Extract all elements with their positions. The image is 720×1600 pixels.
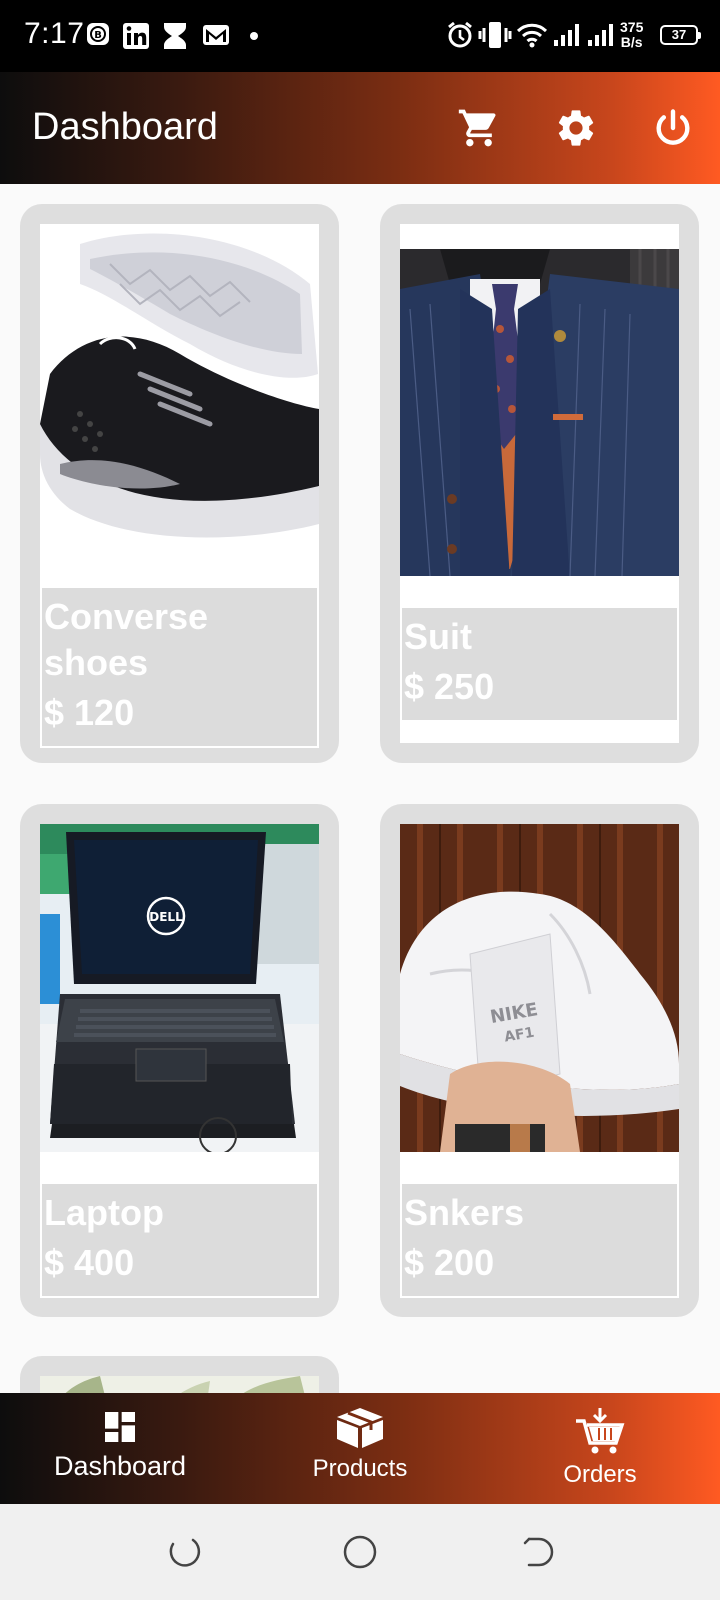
cart-icon [458,109,496,147]
gmail-icon [203,25,229,45]
logout-button[interactable] [643,98,703,158]
net-speed-unit: B/s [620,34,643,50]
battery-icon: 37 [660,25,701,45]
power-icon [656,109,690,145]
home-icon[interactable] [340,1532,380,1572]
product-name: Converse shoes [44,596,209,683]
bottom-nav: Dashboard Products Orders [0,1393,720,1504]
product-caption: Suit $ 250 [400,606,679,722]
cart-download-icon [576,1408,625,1454]
product-card[interactable]: NIKE AF1 Snkers $ 200 [380,804,699,1317]
product-card[interactable]: DELL Laptop $ 400 [20,804,339,1317]
product-image-shoes [40,224,319,586]
svg-text:DELL: DELL [149,910,183,924]
dashboard-icon [105,1412,135,1442]
product-name: Laptop [44,1192,164,1233]
net-speed-value: 375 [620,19,644,35]
product-image-laptop: DELL [40,824,319,1152]
nav-label: Dashboard [53,1451,187,1481]
linkedin-icon [123,23,149,49]
signal-icon-2 [588,24,613,46]
signal-icon-1 [554,24,579,46]
nav-products[interactable]: Products [250,1407,470,1483]
net-speed: 375 B/s [620,20,643,50]
nav-orders[interactable]: Orders [490,1407,710,1489]
product-card-inner: Suit $ 250 [400,224,679,743]
cart-button[interactable] [449,98,509,158]
product-price: $ 120 [44,692,135,733]
product-card[interactable]: Suit $ 250 [380,204,699,763]
nav-label: Products [312,1455,408,1482]
recents-icon[interactable] [163,1532,203,1572]
product-image-suit [400,249,679,576]
status-bar: 7:17 B 375 B/s 37 [0,0,720,72]
page-title: Dashboard [32,106,218,148]
app-root: 7:17 B 375 B/s 37 Dashboard Converse sho… [0,0,720,1600]
box-icon [337,1408,383,1448]
product-caption: Laptop $ 400 [40,1182,319,1298]
wifi-icon [516,23,548,48]
gear-icon [558,110,594,146]
dot-icon [250,32,258,40]
system-nav-bar [0,1504,720,1600]
settings-button[interactable] [546,98,606,158]
product-card[interactable]: Converse shoes $ 120 [20,204,339,763]
product-image-sneakers: NIKE AF1 [400,824,679,1152]
hourglass-icon [164,23,186,49]
crypto-app-icon: B [87,23,109,45]
app-bar: Dashboard [0,72,720,184]
product-card-inner: NIKE AF1 Snkers $ 200 [400,824,679,1298]
status-time: 7:17 [24,17,85,50]
nav-label: Orders [563,1461,637,1488]
product-caption: Snkers $ 200 [400,1182,679,1298]
nav-dashboard[interactable]: Dashboard [10,1407,230,1482]
product-card-inner: Converse shoes $ 120 [40,224,319,748]
product-name: Suit [404,616,472,657]
vibrate-icon [478,22,512,48]
product-card-inner: DELL Laptop $ 400 [40,824,319,1298]
back-icon[interactable] [515,1532,555,1572]
product-price: $ 250 [404,666,495,707]
alarm-icon [448,21,472,48]
product-price: $ 200 [404,1242,495,1283]
svg-text:B: B [94,30,102,41]
product-price: $ 400 [44,1242,135,1283]
product-caption: Converse shoes $ 120 [40,586,319,748]
product-name: Snkers [404,1192,525,1233]
